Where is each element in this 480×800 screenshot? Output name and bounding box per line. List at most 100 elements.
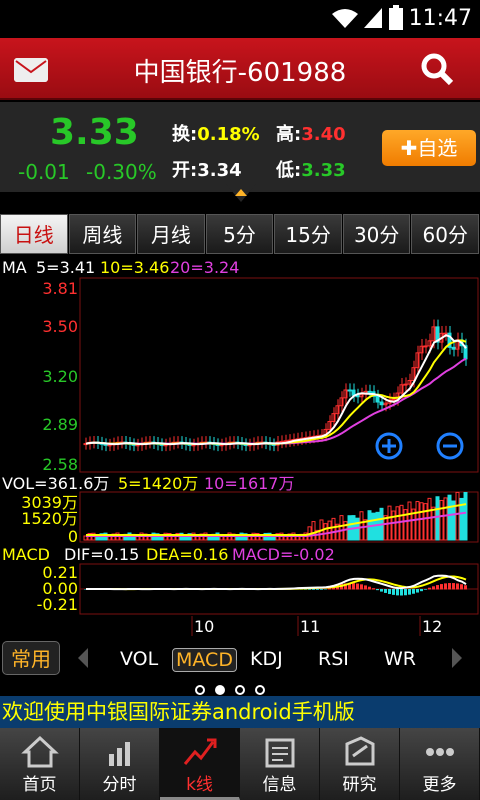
ytick-macd-3: -0.21 bbox=[37, 595, 78, 614]
macd-bar bbox=[440, 584, 443, 590]
candle-body bbox=[391, 398, 396, 401]
macd-bar bbox=[376, 589, 379, 591]
add-watchlist-button[interactable]: ✚自选 bbox=[382, 130, 476, 166]
low-value: 3.33 bbox=[301, 160, 346, 181]
nav-more[interactable]: 更多 bbox=[400, 728, 480, 800]
xtick-11: 11 bbox=[300, 617, 320, 636]
page-dot-4 bbox=[255, 685, 265, 695]
nav-info-label: 信息 bbox=[262, 775, 297, 795]
high-value: 3.40 bbox=[301, 124, 346, 145]
vol-ma10-line bbox=[86, 511, 467, 537]
volume-bar bbox=[311, 521, 316, 541]
candle-body bbox=[347, 389, 352, 392]
kline-chart-area[interactable]: MA 5=3.41 10=3.46 20=3.24 3.81 3.50 3.20… bbox=[0, 256, 480, 638]
vol-ma10-label: 10=1617万 bbox=[204, 474, 295, 493]
volume-bar bbox=[423, 503, 428, 541]
vol-ma5-label: 5=1420万 bbox=[118, 474, 198, 493]
candle-body bbox=[107, 444, 112, 447]
ma-title: MA bbox=[2, 258, 27, 277]
collapse-arrow-icon[interactable] bbox=[226, 184, 256, 202]
volume-bar bbox=[431, 506, 436, 541]
home-icon bbox=[20, 735, 59, 768]
macd-bar bbox=[392, 589, 395, 595]
tab-5min[interactable]: 5分 bbox=[205, 214, 274, 254]
tab-15min[interactable]: 15分 bbox=[274, 214, 342, 254]
volume-bar bbox=[339, 515, 344, 541]
high-label: 高: bbox=[276, 124, 302, 145]
macd-bar bbox=[424, 589, 427, 590]
indicator-wr[interactable]: WR bbox=[384, 648, 416, 670]
zoom-out-icon[interactable] bbox=[436, 432, 464, 460]
macd-bar bbox=[320, 589, 323, 590]
xtick-10: 10 bbox=[194, 617, 214, 636]
ma20-line bbox=[85, 357, 467, 445]
volume-bar bbox=[455, 491, 460, 541]
dif-label: DIF=0.15 bbox=[64, 545, 139, 564]
macd-bar bbox=[408, 589, 411, 595]
ytick-vol-2: 1520万 bbox=[21, 509, 78, 528]
period-tabs: 日线 周线 月线 5分 15分 30分 60分 bbox=[0, 214, 480, 256]
candles-group bbox=[83, 319, 468, 452]
info-icon bbox=[265, 738, 294, 768]
dif-line bbox=[86, 574, 467, 591]
signal-icon bbox=[364, 8, 382, 28]
nav-research[interactable]: 研究 bbox=[320, 728, 400, 800]
kline-chart[interactable]: MA 5=3.41 10=3.46 20=3.24 3.81 3.50 3.20… bbox=[0, 256, 480, 638]
tab-week[interactable]: 周线 bbox=[68, 214, 137, 254]
nav-kline[interactable]: k线 bbox=[160, 728, 240, 800]
tab-60min[interactable]: 60分 bbox=[411, 214, 480, 254]
macd-bar bbox=[364, 585, 367, 590]
tab-30min[interactable]: 30分 bbox=[342, 214, 411, 254]
macd-bar bbox=[460, 584, 463, 590]
tab-day[interactable]: 日线 bbox=[0, 214, 68, 254]
indicator-vol[interactable]: VOL bbox=[120, 648, 158, 670]
low-label: 低: bbox=[276, 160, 302, 181]
candle-body bbox=[443, 332, 448, 335]
volume-bar bbox=[463, 492, 468, 541]
page-dot-2 bbox=[215, 685, 225, 695]
candle-body bbox=[379, 401, 384, 406]
indicator-kdj[interactable]: KDJ bbox=[250, 648, 283, 670]
research-icon bbox=[345, 736, 374, 766]
indicator-rsi[interactable]: RSI bbox=[318, 648, 349, 670]
macd-bar bbox=[444, 583, 447, 590]
macd-bar bbox=[452, 583, 455, 590]
macd-bar bbox=[312, 589, 315, 590]
volume-bar bbox=[435, 496, 440, 541]
tab-month[interactable]: 月线 bbox=[137, 214, 205, 254]
macd-bar bbox=[384, 589, 387, 593]
candle-body bbox=[367, 390, 372, 393]
turnover-row: 换:0.18% bbox=[172, 120, 260, 146]
macd-bar bbox=[380, 589, 383, 592]
arrow-left-icon[interactable] bbox=[76, 646, 90, 670]
page-dot-1 bbox=[195, 685, 205, 695]
candle-body bbox=[451, 346, 456, 350]
zoom-in-icon[interactable] bbox=[375, 432, 403, 460]
common-indicators-button[interactable]: 常用 bbox=[2, 641, 60, 675]
candle-body bbox=[103, 443, 108, 446]
title-bar: 中国银行-601988 bbox=[0, 38, 480, 100]
macd-bar bbox=[372, 588, 375, 590]
last-price: 3.33 bbox=[50, 112, 139, 153]
ytick-vol-3: 0 bbox=[68, 527, 78, 546]
macd-bar bbox=[400, 589, 403, 596]
open-value: 3.34 bbox=[197, 160, 242, 181]
search-icon[interactable] bbox=[420, 52, 454, 86]
arrow-right-icon[interactable] bbox=[450, 646, 464, 670]
nav-intraday[interactable]: 分时 bbox=[80, 728, 160, 800]
nav-more-label: 更多 bbox=[422, 775, 457, 795]
candle-body bbox=[375, 395, 380, 403]
ma10-line bbox=[85, 339, 467, 445]
nav-home[interactable]: 首页 bbox=[0, 728, 80, 800]
nav-info[interactable]: 信息 bbox=[240, 728, 320, 800]
macd-bar bbox=[436, 585, 439, 590]
nav-kline-label: k线 bbox=[186, 775, 213, 795]
indicator-macd[interactable]: MACD bbox=[172, 648, 237, 672]
volume-bar bbox=[355, 517, 360, 541]
macd-bar bbox=[412, 589, 415, 594]
macd-bar bbox=[420, 589, 423, 592]
macd-bar bbox=[316, 589, 319, 590]
price-change: -0.01 bbox=[18, 160, 70, 184]
macd-bar bbox=[360, 584, 363, 590]
volume-bar bbox=[447, 494, 452, 541]
